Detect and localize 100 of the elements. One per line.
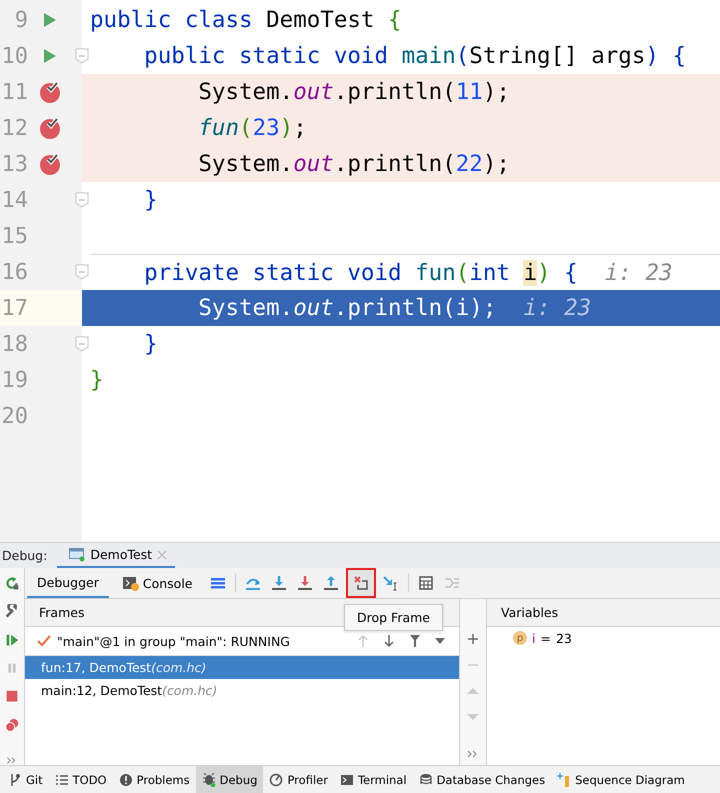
code-token: out	[293, 295, 334, 321]
code-token: )	[537, 260, 551, 286]
code-token: {	[388, 7, 402, 33]
add-icon[interactable]	[467, 633, 479, 645]
code-token: }	[143, 331, 158, 357]
code-token: .println(i);	[334, 295, 496, 321]
code-token: fun	[197, 115, 240, 141]
equals-sign: =	[540, 630, 551, 646]
code-token: (	[456, 43, 470, 69]
resume-icon[interactable]	[4, 632, 20, 648]
code-token: ;	[293, 115, 307, 141]
breakpoint-icon[interactable]	[39, 153, 61, 175]
more-icon[interactable]	[467, 749, 479, 759]
code-token: {	[563, 260, 578, 286]
breakpoint-icon[interactable]	[39, 81, 61, 103]
line-number: 11	[0, 80, 28, 104]
profiler-icon	[269, 772, 284, 786]
code-token: System.	[197, 295, 294, 321]
pane-title: Variables	[501, 605, 558, 620]
code-token: .println(	[334, 79, 456, 105]
parameter-badge: p	[513, 631, 527, 645]
code-token: public static void	[143, 43, 390, 69]
code-token: }	[90, 367, 104, 393]
view-tab[interactable]: Console	[112, 568, 202, 598]
window-icon	[69, 548, 86, 562]
tool-window-tab[interactable]: Problems	[112, 766, 196, 793]
fold-icon[interactable]	[75, 336, 89, 352]
line-number: 17	[0, 296, 28, 320]
code-token: );	[482, 151, 510, 177]
line-number: 9	[14, 8, 28, 32]
code-token: i: 23	[522, 295, 592, 321]
code-token: public class	[90, 7, 254, 33]
code-token: }	[143, 187, 158, 213]
code-token: System.	[197, 79, 294, 105]
caret-icon[interactable]	[435, 638, 445, 644]
tool-window-tab[interactable]: Git	[2, 766, 49, 793]
code-token: int	[469, 260, 511, 286]
code-token: 22	[456, 151, 483, 177]
more-icon[interactable]	[6, 756, 18, 766]
terminal-icon	[340, 772, 354, 786]
line-number: 16	[0, 260, 28, 284]
tool-window-tab[interactable]: TODO	[48, 766, 113, 793]
frame-item[interactable]: fun:17, DemoTest(com.hc)	[25, 656, 459, 679]
check-icon	[37, 635, 51, 647]
line-number: 19	[0, 368, 28, 392]
variable-name: i	[532, 630, 536, 646]
code-token: i: 23	[604, 260, 672, 286]
variable-value: 23	[556, 630, 572, 646]
code-token: )	[280, 115, 294, 141]
line-number: 13	[0, 152, 28, 176]
database-icon	[418, 772, 433, 786]
code-token: fun	[415, 260, 456, 286]
tool-window-tab[interactable]: Debug	[196, 766, 264, 793]
code-token: );	[482, 79, 510, 105]
line-number: 20	[0, 404, 28, 428]
rerun-icon[interactable]	[4, 576, 20, 590]
debug-icon	[202, 772, 216, 786]
fold-icon[interactable]	[75, 192, 89, 208]
tool-window-tab[interactable]: Sequence Diagram	[551, 766, 691, 793]
tool-window-tab[interactable]: Terminal	[334, 766, 413, 793]
console-icon	[122, 575, 139, 591]
todo-icon	[54, 772, 69, 786]
code-token: DemoTest	[266, 7, 376, 33]
code-token: i	[523, 260, 538, 286]
code-token: 23	[252, 115, 280, 141]
breakpoint-icon[interactable]	[39, 117, 61, 139]
code-token: {	[671, 43, 686, 69]
fold-icon[interactable]	[75, 48, 89, 64]
run-icon[interactable]	[43, 48, 57, 64]
code-token: )	[645, 43, 659, 69]
tooltip: Drop Frame	[344, 604, 443, 631]
stop-icon[interactable]	[4, 689, 20, 704]
tool-window-tab[interactable]: Profiler	[263, 766, 334, 793]
filter-icon[interactable]	[409, 634, 421, 648]
down-arrow-icon[interactable]	[383, 634, 395, 648]
pane-title: Frames	[39, 605, 84, 620]
breakpoints-icon[interactable]	[4, 718, 20, 732]
tool-window-tab[interactable]: Database Changes	[412, 766, 552, 793]
panel-label: Debug:	[2, 548, 48, 563]
run-icon[interactable]	[43, 12, 57, 28]
fold-icon[interactable]	[75, 264, 89, 280]
code-token: (	[239, 115, 253, 141]
code-token: (	[456, 260, 470, 286]
code-token: main	[402, 43, 456, 69]
line-number: 15	[0, 224, 28, 248]
problems-icon	[118, 772, 133, 786]
line-number: 12	[0, 116, 28, 140]
wrench-icon[interactable]	[4, 604, 20, 619]
code-token: String[] args	[469, 43, 646, 69]
line-number: 18	[0, 332, 28, 356]
code-token: System.	[197, 151, 294, 177]
code-token: .println(	[334, 151, 456, 177]
code-token: 11	[456, 79, 483, 105]
code-token: out	[293, 79, 334, 105]
drop-frame-icon[interactable]	[346, 568, 376, 598]
line-number: 10	[0, 44, 28, 68]
frame-item[interactable]: main:12, DemoTest(com.hc)	[25, 679, 459, 702]
line-number: 14	[0, 188, 28, 212]
code-token: private static void	[143, 260, 403, 286]
sequence-icon	[557, 772, 572, 786]
